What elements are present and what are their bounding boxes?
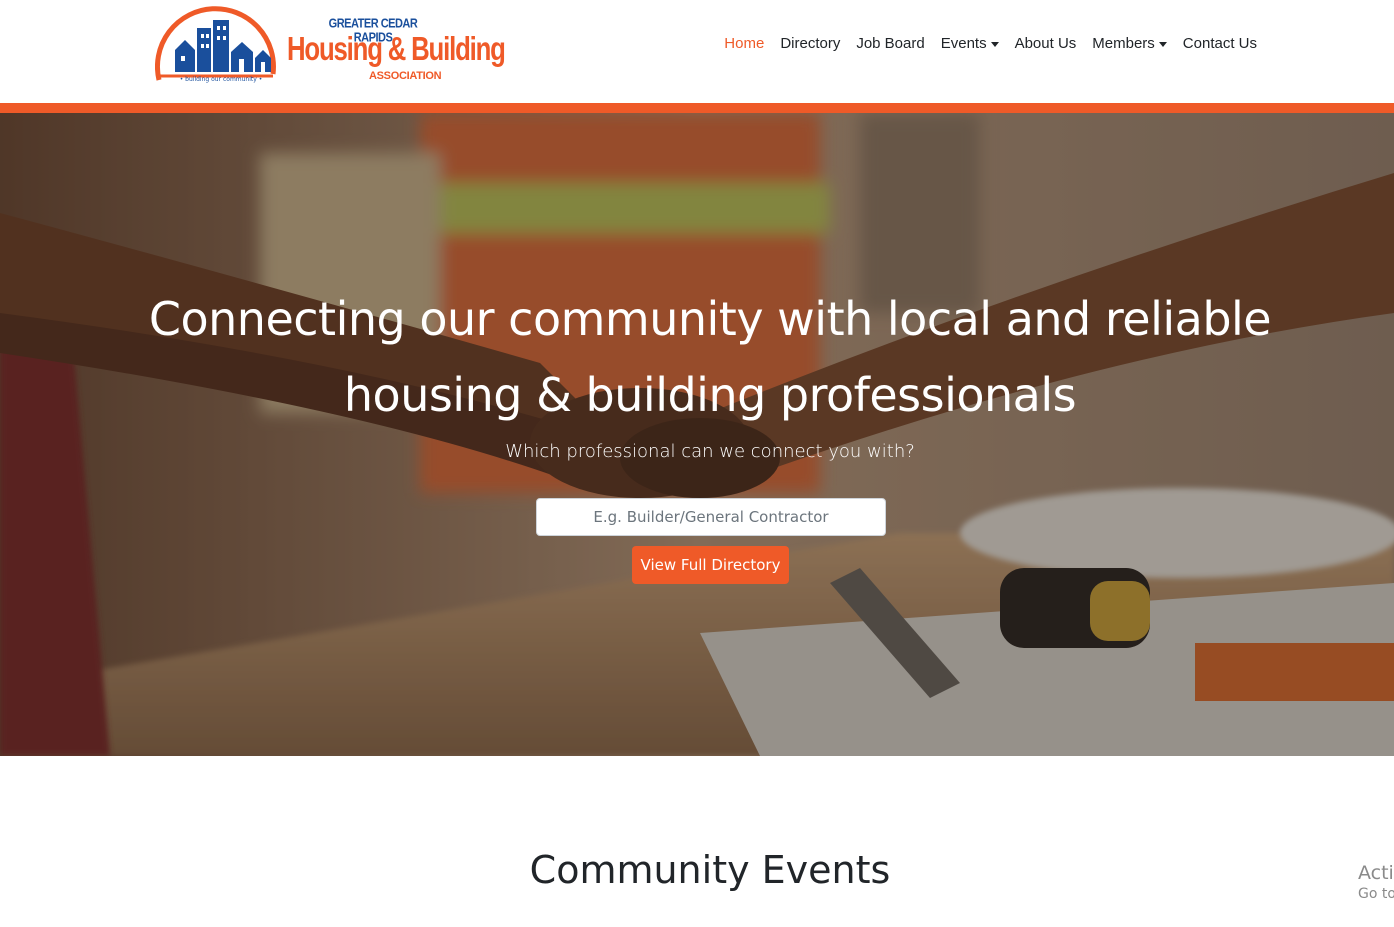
view-full-directory-button[interactable]: View Full Directory: [632, 546, 789, 584]
site-logo[interactable]: • building our community • GREATER CEDAR…: [155, 4, 506, 92]
nav-item-label: Contact Us: [1182, 35, 1257, 52]
hero-subtitle: Which professional can we connect you wi…: [505, 441, 915, 462]
nav-item-members[interactable]: Members: [1092, 35, 1167, 52]
hero-overlay: [0, 113, 1394, 756]
nav-item-label: Job Board: [856, 35, 925, 52]
nav-item-label: About Us: [1014, 35, 1077, 52]
hero-section: Connecting our community with local and …: [0, 113, 1394, 756]
logo-sub-text: ASSOCIATION: [369, 70, 442, 82]
directory-search-input[interactable]: [536, 498, 886, 536]
activation-watermark: Activ Go to: [1358, 862, 1394, 902]
nav-item-contact-us[interactable]: Contact Us: [1183, 35, 1257, 52]
nav-item-job-board[interactable]: Job Board: [856, 35, 924, 52]
logo-tagline: • building our community •: [179, 76, 263, 83]
nav-item-home[interactable]: Home: [724, 35, 764, 52]
nav-item-events[interactable]: Events: [941, 35, 999, 52]
caret-down-icon: [1158, 41, 1167, 47]
site-header: • building our community • GREATER CEDAR…: [0, 0, 1394, 103]
watermark-line2: Go to: [1358, 886, 1394, 902]
hero-title-line2: housing & building professionals: [343, 368, 1077, 422]
header-accent-bar: [0, 103, 1394, 113]
nav-item-label: Directory: [780, 35, 841, 52]
hero-title: Connecting our community with local and …: [97, 281, 1323, 433]
nav-item-directory[interactable]: Directory: [780, 35, 840, 52]
main-nav: Home Directory Job Board Events About Us…: [724, 35, 1257, 52]
logo-main-text: Housing & Building: [287, 30, 506, 67]
watermark-line1: Activ: [1358, 862, 1394, 884]
nav-item-label: Members: [1092, 35, 1155, 52]
community-events-heading: Community Events: [529, 848, 891, 892]
caret-down-icon: [990, 41, 999, 47]
nav-item-label: Home: [724, 35, 765, 52]
hero-title-line1: Connecting our community with local and …: [148, 292, 1272, 346]
nav-item-label: Events: [940, 35, 987, 52]
nav-item-about-us[interactable]: About Us: [1015, 35, 1077, 52]
